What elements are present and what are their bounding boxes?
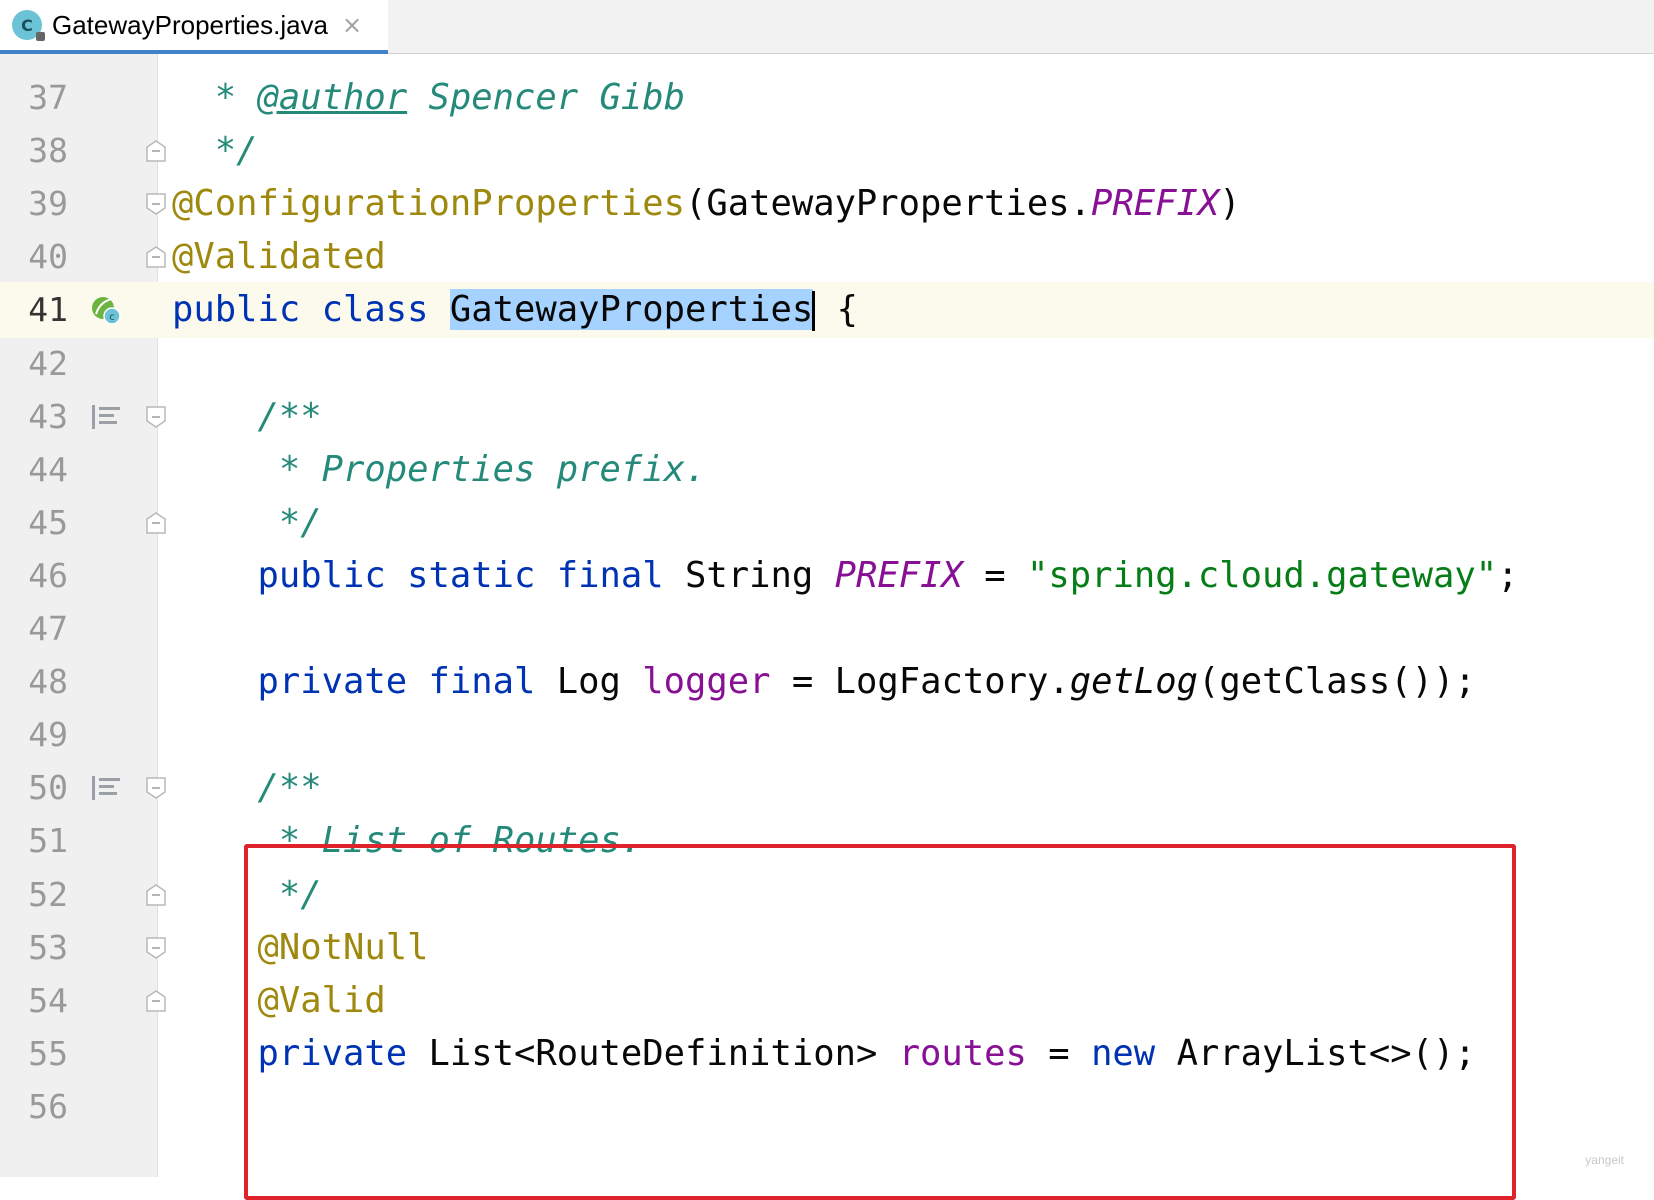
fold-end-icon[interactable] xyxy=(146,883,166,906)
code-text[interactable]: @ConfigurationProperties(GatewayProperti… xyxy=(172,176,1241,232)
line-number[interactable]: 49 xyxy=(0,707,68,763)
code-token: @ConfigurationProperties xyxy=(172,183,685,225)
code-line[interactable]: 48 private final Log logger = LogFactory… xyxy=(0,654,1654,710)
code-line[interactable]: 50 /** xyxy=(0,760,1654,816)
code-line[interactable]: 38 */ xyxy=(0,123,1654,179)
code-token: @author xyxy=(257,77,408,118)
line-number[interactable]: 51 xyxy=(0,813,68,869)
code-line[interactable]: 49 xyxy=(0,707,1654,763)
code-token: @Validated xyxy=(172,236,386,278)
code-token: public static final xyxy=(172,554,685,596)
code-line[interactable]: 45 */ xyxy=(0,495,1654,551)
code-token: /** xyxy=(172,395,322,437)
code-token: = xyxy=(962,554,1027,596)
rendered-doc-icon[interactable] xyxy=(90,401,122,433)
line-number[interactable]: 43 xyxy=(0,389,68,445)
code-line[interactable]: 44 * Properties prefix. xyxy=(0,442,1654,498)
line-number[interactable]: 42 xyxy=(0,336,68,392)
code-token: String xyxy=(684,554,835,596)
line-number[interactable]: 53 xyxy=(0,920,68,976)
code-token: PREFIX xyxy=(834,554,963,596)
code-text[interactable]: @Validated xyxy=(172,229,386,285)
line-number[interactable]: 55 xyxy=(0,1026,68,1082)
code-token: Spencer Gibb xyxy=(407,77,685,118)
line-number[interactable]: 50 xyxy=(0,760,68,816)
java-class-icon: C xyxy=(12,10,45,41)
lock-icon xyxy=(36,32,45,41)
code-token: * Properties prefix. xyxy=(172,448,707,490)
rendered-doc-icon[interactable] xyxy=(90,772,122,804)
code-text[interactable]: */ xyxy=(172,123,258,179)
line-number[interactable]: 38 xyxy=(0,123,68,179)
fold-end-icon[interactable] xyxy=(146,511,166,534)
code-token: PREFIX xyxy=(1091,183,1220,225)
code-text[interactable]: private final Log logger = LogFactory.ge… xyxy=(172,654,1476,710)
fold-start-icon[interactable] xyxy=(146,777,166,800)
code-text[interactable]: */ xyxy=(172,495,322,551)
code-line[interactable]: 43 /** xyxy=(0,389,1654,445)
line-number[interactable]: 47 xyxy=(0,601,68,657)
code-token: (GatewayProperties. xyxy=(684,183,1092,225)
selected-text: GatewayProperties xyxy=(449,289,814,331)
line-number[interactable]: 41 xyxy=(0,282,68,338)
code-line[interactable]: 42 xyxy=(0,336,1654,392)
fold-end-icon[interactable] xyxy=(146,140,166,162)
code-editor[interactable]: 37 * @author Spencer Gibb 38 */39 @Configu… xyxy=(0,54,1654,1200)
class-letter: C xyxy=(21,15,33,35)
code-token: * xyxy=(172,77,258,118)
code-text[interactable]: /** xyxy=(172,389,322,445)
line-number[interactable]: 56 xyxy=(0,1079,68,1135)
watermark: yangeit xyxy=(1585,1153,1624,1167)
fold-start-icon[interactable] xyxy=(146,193,166,216)
code-text[interactable]: /** xyxy=(172,760,322,816)
fold-end-icon[interactable] xyxy=(146,989,166,1012)
line-number[interactable]: 37 xyxy=(0,70,68,126)
code-token: { xyxy=(815,289,858,331)
tab-title: GatewayProperties.java xyxy=(52,9,329,40)
code-token: ) xyxy=(1219,183,1241,225)
code-text[interactable]: public class GatewayProperties { xyxy=(172,282,858,338)
line-number[interactable]: 48 xyxy=(0,654,68,710)
highlight-box xyxy=(244,844,1516,1200)
code-token: ; xyxy=(1497,554,1519,596)
close-tab-icon[interactable]: × xyxy=(342,11,362,39)
code-text[interactable]: public static final String PREFIX = "spr… xyxy=(172,548,1519,604)
svg-text:c: c xyxy=(109,312,115,323)
code-line[interactable]: 37 * @author Spencer Gibb xyxy=(0,70,1654,126)
line-number[interactable]: 54 xyxy=(0,973,68,1029)
line-number[interactable]: 40 xyxy=(0,229,68,285)
code-token: getLog xyxy=(1069,661,1198,703)
fold-end-icon[interactable] xyxy=(146,246,166,269)
code-token: */ xyxy=(172,501,322,543)
tab-gateway-properties[interactable]: C GatewayProperties.java × xyxy=(0,0,388,54)
line-number[interactable]: 44 xyxy=(0,442,68,498)
line-number[interactable]: 45 xyxy=(0,495,68,551)
spring-bean-class-icon[interactable]: c xyxy=(90,294,122,326)
fold-start-icon[interactable] xyxy=(146,936,166,959)
editor-tab-bar: C GatewayProperties.java × xyxy=(0,0,1654,54)
code-token: public class xyxy=(172,289,450,331)
code-line[interactable]: 46 public static final String PREFIX = "… xyxy=(0,548,1654,604)
code-token: "spring.cloud.gateway" xyxy=(1026,554,1498,596)
code-line[interactable]: 40 @Validated xyxy=(0,229,1654,285)
fold-start-icon[interactable] xyxy=(146,405,166,428)
code-line[interactable]: 39 @ConfigurationProperties(GatewayProper… xyxy=(0,176,1654,232)
code-token: (getClass()); xyxy=(1197,661,1476,703)
code-text[interactable]: * Properties prefix. xyxy=(172,442,706,498)
line-number[interactable]: 52 xyxy=(0,867,68,923)
code-line[interactable]: 47 xyxy=(0,601,1654,657)
line-number[interactable]: 46 xyxy=(0,548,68,604)
code-text[interactable]: * @author Spencer Gibb xyxy=(172,70,685,126)
code-token: */ xyxy=(172,130,258,172)
code-token: Log xyxy=(556,661,643,703)
code-token: logger xyxy=(642,661,771,703)
line-number[interactable]: 39 xyxy=(0,176,68,232)
code-line[interactable]: 41 c public class GatewayProperties { xyxy=(0,282,1654,339)
code-token: private final xyxy=(172,661,557,703)
code-token: /** xyxy=(172,767,322,809)
code-token: = LogFactory. xyxy=(770,661,1070,703)
